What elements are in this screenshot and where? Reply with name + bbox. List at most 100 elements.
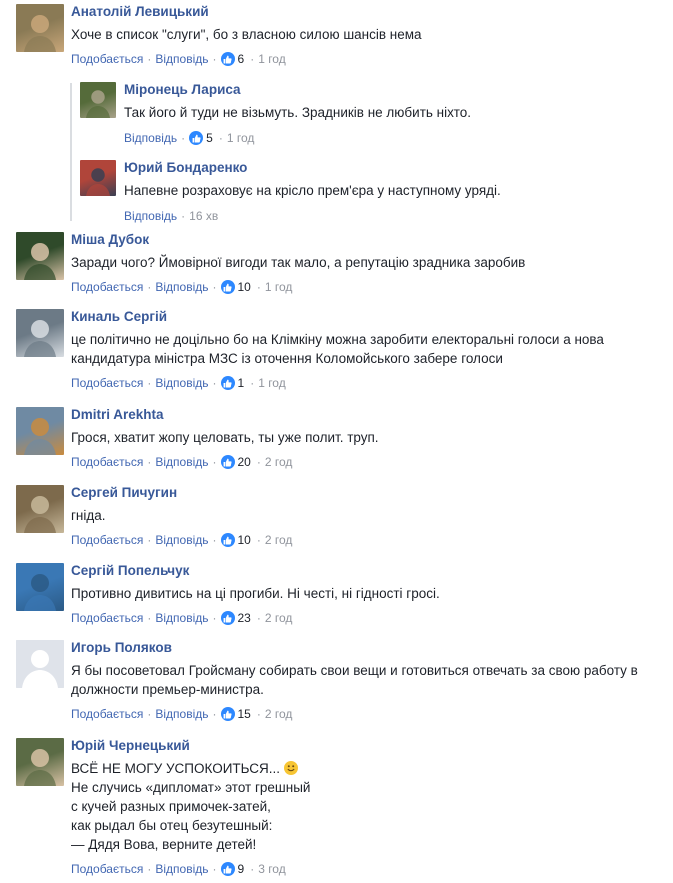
comment-text: Хоче в список "слуги", бо з власною сило… — [71, 27, 422, 42]
like-button[interactable]: Подобається — [71, 455, 143, 469]
like-reaction-icon — [220, 52, 235, 66]
timestamp[interactable]: 2 год — [265, 611, 293, 625]
separator: · — [250, 52, 255, 66]
reaction-count[interactable]: 1 — [238, 376, 245, 390]
reply-thread-line — [70, 83, 72, 221]
timestamp[interactable]: 1 год — [258, 52, 286, 66]
comment-author[interactable]: Сергій Попельчук — [71, 563, 189, 578]
reply-button[interactable]: Відповідь — [155, 455, 208, 469]
comment: Сергій Попельчук Противно дивитись на ці … — [0, 559, 673, 625]
comment-author[interactable]: Міша Дубок — [71, 232, 149, 247]
reply-button[interactable]: Відповідь — [155, 376, 208, 390]
separator: · — [147, 707, 152, 721]
comment-author[interactable]: Сергей Пичугин — [71, 485, 177, 500]
separator: · — [212, 707, 217, 721]
comment-author[interactable]: Міронець Лариса — [124, 82, 241, 97]
separator: · — [256, 707, 261, 721]
like-reaction-icon — [220, 862, 235, 876]
timestamp[interactable]: 3 год — [258, 862, 286, 876]
comment-author[interactable]: Юрій Чернецький — [71, 738, 190, 753]
avatar[interactable] — [16, 309, 64, 357]
reaction-count[interactable]: 23 — [238, 611, 251, 625]
reply-button[interactable]: Відповідь — [155, 280, 208, 294]
comment-text: це політично не доцільно бо на Клімкіну … — [71, 332, 604, 347]
separator: · — [212, 455, 217, 469]
avatar[interactable] — [16, 407, 64, 455]
comment-text: Я бы посоветовал Гройсману собирать свои… — [71, 663, 638, 678]
comment-actions: Подобається · Відповідь · 23 · 2 год — [71, 610, 292, 626]
comment-actions: Подобається · Відповідь · 20 · 2 год — [71, 454, 292, 470]
reply-button[interactable]: Відповідь — [155, 52, 208, 66]
reaction-count[interactable]: 10 — [238, 533, 251, 547]
comment-author[interactable]: Анатолій Левицький — [71, 4, 209, 19]
reaction-count[interactable]: 5 — [206, 131, 213, 145]
separator: · — [181, 131, 186, 145]
comment-text-segment: ВСЁ НЕ МОГУ УСПОКОИТЬСЯ... — [71, 761, 280, 776]
reply-button[interactable]: Відповідь — [155, 707, 208, 721]
separator: · — [212, 280, 217, 294]
comment-author[interactable]: Киналь Сергій — [71, 309, 167, 324]
reaction-count[interactable]: 10 — [238, 280, 251, 294]
like-button[interactable]: Подобається — [71, 376, 143, 390]
timestamp[interactable]: 16 хв — [189, 209, 218, 223]
comment-author[interactable]: Dmitri Arekhta — [71, 407, 164, 422]
reply-button[interactable]: Відповідь — [155, 862, 208, 876]
comment: Игорь Поляков Я бы посоветовал Гройсману … — [0, 636, 673, 721]
reply-button[interactable]: Відповідь — [124, 209, 177, 223]
reaction-count[interactable]: 20 — [238, 455, 251, 469]
avatar[interactable] — [16, 4, 64, 52]
like-reaction-icon — [220, 707, 235, 721]
separator: · — [256, 611, 261, 625]
avatar[interactable] — [16, 563, 64, 611]
reaction-count[interactable]: 9 — [238, 862, 245, 876]
comment-text: Заради чого? Ймовірної вигоди так мало, … — [71, 255, 526, 270]
separator: · — [147, 862, 152, 876]
comment-text: Напевне розраховує на крісло прем'єра у … — [124, 183, 501, 198]
comment: Анатолій Левицький Хоче в список "слуги",… — [0, 0, 673, 223]
like-button[interactable]: Подобається — [71, 611, 143, 625]
comment-author[interactable]: Игорь Поляков — [71, 640, 172, 655]
comment-text: Не случись «дипломат» этот грешный — [71, 780, 311, 795]
avatar[interactable] — [16, 232, 64, 280]
separator: · — [256, 533, 261, 547]
comment: Сергей Пичугин гніда. Подобається · Відповід… — [0, 481, 673, 547]
like-button[interactable]: Подобається — [71, 533, 143, 547]
timestamp[interactable]: 1 год — [227, 131, 255, 145]
reply-button[interactable]: Відповідь — [155, 611, 208, 625]
separator: · — [218, 131, 223, 145]
reaction-count[interactable]: 15 — [238, 707, 251, 721]
like-button[interactable]: Подобається — [71, 862, 143, 876]
comment-actions: Подобається · Відповідь · 10 · 2 год — [71, 532, 292, 548]
separator: · — [212, 376, 217, 390]
timestamp[interactable]: 2 год — [265, 707, 293, 721]
reply-button[interactable]: Відповідь — [124, 131, 177, 145]
comment-actions: Відповідь · 16 хв — [124, 208, 218, 224]
like-reaction-icon — [220, 611, 235, 625]
avatar[interactable] — [80, 82, 116, 118]
reaction-count[interactable]: 6 — [238, 52, 245, 66]
comment-text: Грося, хватит жопу целовать, ты уже поли… — [71, 430, 379, 445]
reply-button[interactable]: Відповідь — [155, 533, 208, 547]
timestamp[interactable]: 1 год — [258, 376, 286, 390]
timestamp[interactable]: 2 год — [265, 455, 293, 469]
avatar[interactable] — [80, 160, 116, 196]
like-reaction-icon — [220, 533, 235, 547]
like-button[interactable]: Подобається — [71, 280, 143, 294]
avatar[interactable] — [16, 738, 64, 786]
separator: · — [250, 862, 255, 876]
separator: · — [181, 209, 186, 223]
avatar[interactable] — [16, 485, 64, 533]
timestamp[interactable]: 2 год — [265, 533, 293, 547]
comment: Юрій Чернецький ВСЁ НЕ МОГУ УСПОКОИТЬСЯ..… — [0, 734, 673, 876]
separator: · — [256, 280, 261, 294]
comment: Киналь Сергій це політично не доцільно бо… — [0, 305, 673, 390]
like-reaction-icon — [189, 131, 204, 145]
separator: · — [147, 455, 152, 469]
separator: · — [212, 533, 217, 547]
separator: · — [147, 611, 152, 625]
comment-author[interactable]: Юрий Бондаренко — [124, 160, 247, 175]
like-button[interactable]: Подобається — [71, 707, 143, 721]
timestamp[interactable]: 1 год — [265, 280, 293, 294]
like-button[interactable]: Подобається — [71, 52, 143, 66]
avatar[interactable] — [16, 640, 64, 688]
